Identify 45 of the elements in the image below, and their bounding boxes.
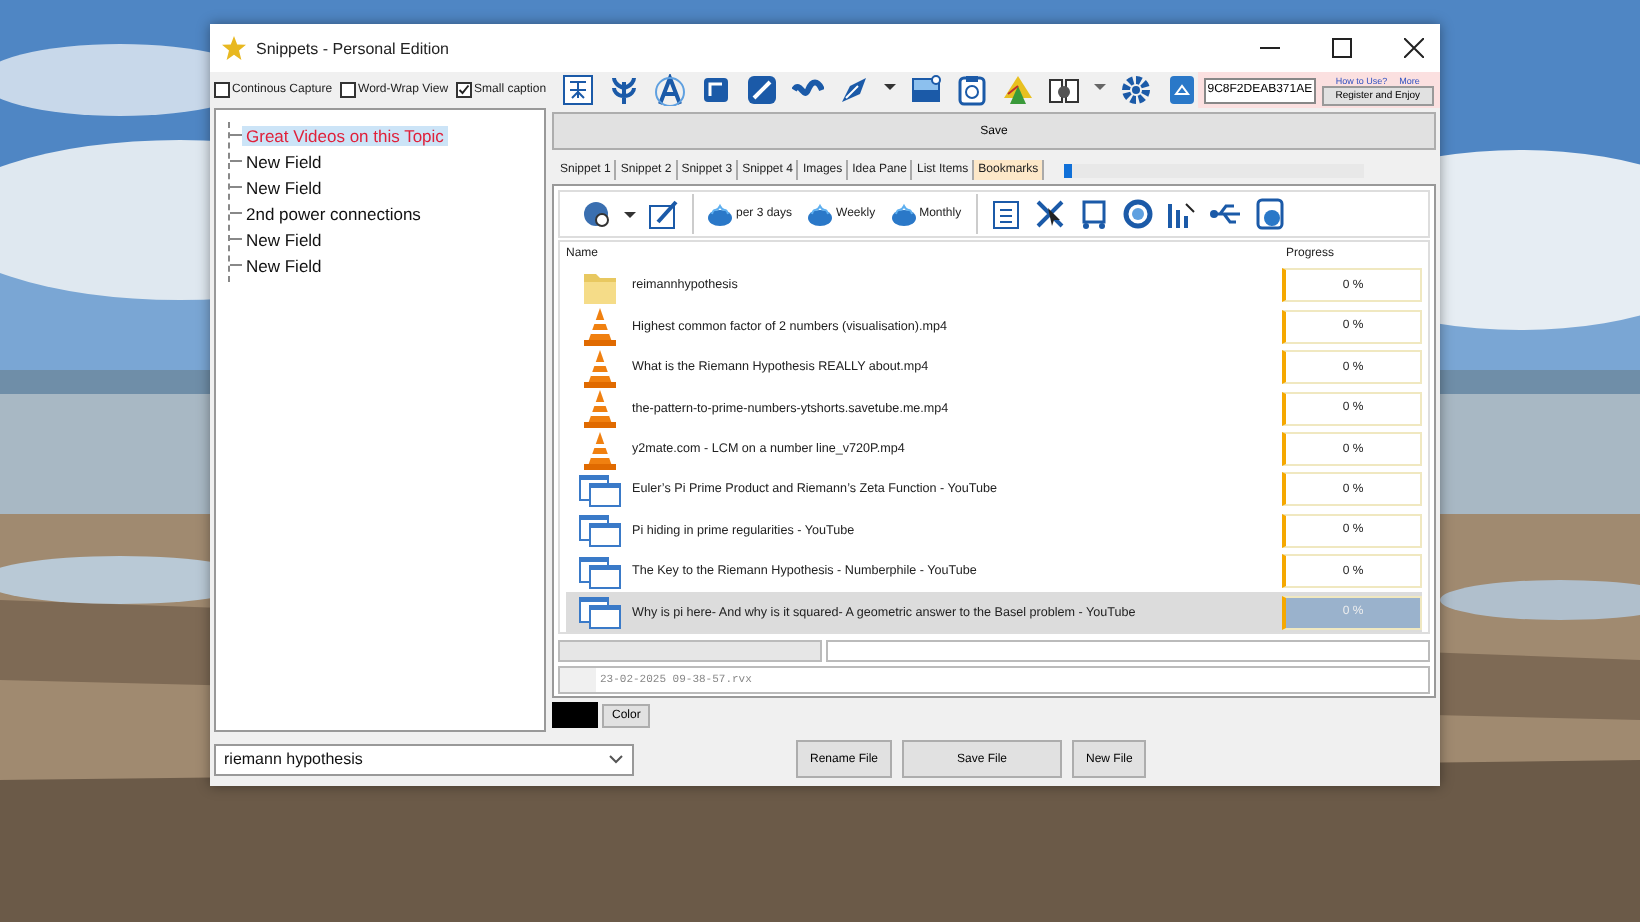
- font-icon[interactable]: [653, 74, 686, 106]
- note-icon[interactable]: [699, 74, 732, 106]
- checkbox[interactable]: [340, 82, 357, 98]
- cursor-icon[interactable]: [1033, 197, 1066, 230]
- paint-icon[interactable]: [1001, 74, 1034, 106]
- slider-thumb[interactable]: [1064, 163, 1073, 177]
- globe-icon[interactable]: [580, 197, 612, 230]
- slider[interactable]: [1064, 163, 1365, 177]
- tree-item[interactable]: 2nd power connections: [242, 203, 425, 223]
- clipboard-icon[interactable]: [989, 197, 1022, 230]
- checkbox[interactable]: [214, 82, 230, 98]
- browser-window-icon: [578, 510, 622, 551]
- settings-icon[interactable]: [1119, 74, 1152, 106]
- close-icon[interactable]: [1404, 38, 1424, 58]
- tree-icon[interactable]: [561, 74, 594, 106]
- tree-item[interactable]: New Field: [242, 151, 326, 171]
- tree-item[interactable]: New Field: [242, 255, 326, 275]
- checkbox[interactable]: [456, 82, 473, 98]
- tree-item[interactable]: New Field: [242, 229, 326, 249]
- color-swatch[interactable]: [552, 702, 598, 728]
- edit-icon[interactable]: [648, 197, 680, 230]
- star-icon: [222, 36, 246, 60]
- cart-icon[interactable]: [1077, 197, 1110, 230]
- chevron-icon[interactable]: [608, 753, 624, 765]
- traffic-cone-icon: [578, 429, 622, 470]
- clipboard-icon[interactable]: [955, 74, 988, 106]
- traffic-cone-icon: [578, 347, 622, 388]
- window-title: Snippets - Personal Edition: [256, 39, 449, 57]
- chart-icon[interactable]: [1165, 197, 1198, 230]
- browser-window-icon: [578, 469, 622, 510]
- browser-window-icon: [578, 551, 622, 592]
- browser-window-icon: [578, 592, 622, 633]
- input-field[interactable]: [826, 640, 1430, 662]
- maximize-icon[interactable]: [1332, 38, 1352, 58]
- traffic-cone-icon: [578, 306, 622, 347]
- tree-item[interactable]: Great Videos on this Topic: [242, 125, 448, 145]
- image-icon[interactable]: [909, 74, 942, 106]
- traffic-cone-icon: [578, 388, 622, 429]
- pencil-icon[interactable]: [745, 74, 778, 106]
- search-combo[interactable]: riemann hypothesis: [214, 743, 634, 775]
- line-number-gutter: [560, 667, 596, 692]
- plant-icon[interactable]: [607, 74, 640, 106]
- scrollbar[interactable]: [558, 640, 822, 662]
- brush-icon[interactable]: [837, 74, 870, 106]
- tree-item[interactable]: New Field: [242, 177, 326, 197]
